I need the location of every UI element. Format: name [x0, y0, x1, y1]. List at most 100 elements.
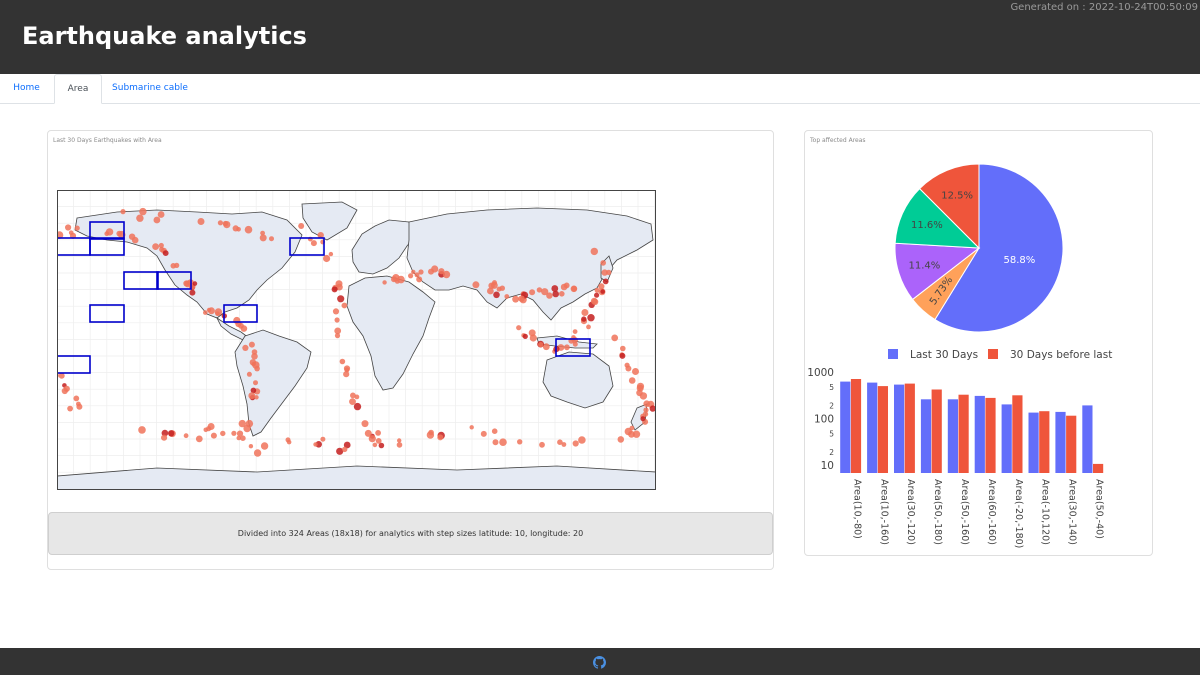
earthquake-point: [197, 218, 205, 225]
earthquake-point: [260, 442, 269, 450]
bar[interactable]: [1082, 405, 1093, 473]
bar[interactable]: [877, 386, 888, 473]
bar[interactable]: [920, 399, 932, 473]
earthquake-point: [581, 309, 589, 316]
earthquake-point: [246, 371, 252, 377]
earthquake-point: [136, 214, 144, 222]
antarctica: [58, 465, 655, 489]
tab-area[interactable]: Area: [54, 74, 102, 104]
pie-chart[interactable]: 58.8%5.73%11.4%11.6%12.5%: [805, 131, 1152, 346]
bar[interactable]: [840, 381, 851, 473]
x-tick-label: Area(30,-120): [905, 479, 916, 545]
bar[interactable]: [1028, 412, 1039, 473]
pie-slice-label: 11.6%: [911, 220, 943, 231]
y-tick-label: 100: [814, 413, 834, 425]
earthquake-point: [629, 425, 635, 431]
earthquake-point: [253, 380, 258, 386]
earthquake-point: [529, 289, 536, 296]
x-tick-label: Area(30,-140): [1067, 479, 1078, 545]
x-tick-label: Area(-20,-180): [1013, 479, 1024, 548]
x-tick-label: Area(10,-80): [851, 479, 862, 539]
bar-chart[interactable]: Last 30 Days 30 Days before last 10 2 5 100 2 5…: [805, 341, 1152, 555]
page-title: Earthquake analytics: [22, 22, 307, 50]
tab-home[interactable]: Home: [0, 74, 53, 103]
earthquake-point: [231, 430, 237, 436]
bar[interactable]: [947, 399, 958, 473]
bar[interactable]: [1055, 411, 1066, 473]
earthquake-point: [220, 430, 226, 437]
earthquake-point: [248, 444, 254, 449]
github-icon[interactable]: [593, 656, 606, 669]
earthquake-point: [189, 289, 196, 296]
earthquake-point: [492, 439, 499, 446]
earthquake-point: [396, 442, 403, 448]
earthquake-point: [517, 439, 523, 445]
bar[interactable]: [850, 379, 862, 473]
earthquake-point: [168, 430, 175, 437]
earthquake-point: [313, 442, 318, 447]
earthquake-point: [539, 441, 545, 448]
earthquake-point: [353, 402, 362, 411]
earthquake-point: [332, 308, 340, 315]
earthquake-point: [518, 295, 525, 302]
bar[interactable]: [958, 394, 969, 473]
bar[interactable]: [985, 397, 996, 473]
earthquake-point: [254, 365, 260, 372]
earthquake-point: [339, 358, 346, 365]
earthquake-point: [120, 209, 126, 215]
earthquake-point: [561, 442, 567, 447]
earthquake-point: [105, 228, 114, 236]
tab-submarine-cable[interactable]: Submarine cable: [104, 74, 196, 103]
earthquake-point: [210, 432, 217, 439]
earthquake-point: [472, 281, 480, 289]
y-tick-label: 5: [829, 383, 834, 392]
earthquake-point: [195, 435, 203, 443]
earthquake-point: [269, 236, 274, 242]
earthquake-point: [138, 426, 146, 434]
earthquake-point: [238, 419, 246, 428]
earthquake-point: [538, 342, 544, 348]
y-tick-label: 10: [821, 460, 834, 472]
top-areas-card: Top affected Areas 58.8% 5.73% 11.4% 11.6% 1…: [804, 130, 1153, 556]
earthquake-point: [590, 247, 598, 256]
earthquake-point: [437, 434, 444, 441]
bar[interactable]: [1066, 415, 1077, 473]
earthquake-point: [74, 225, 80, 231]
earthquake-point: [157, 211, 165, 218]
earthquake-point: [571, 285, 578, 292]
earthquake-point: [217, 220, 223, 226]
bar[interactable]: [974, 395, 985, 473]
earthquake-point: [426, 431, 435, 439]
tab-bar: Home Area Submarine cable: [0, 74, 1200, 104]
earthquake-point: [206, 307, 212, 313]
bar[interactable]: [1039, 411, 1050, 473]
earthquake-point: [368, 435, 376, 443]
bar[interactable]: [1012, 395, 1023, 473]
earthquake-point: [602, 278, 609, 285]
earthquake-point: [67, 405, 73, 412]
earthquake-point: [153, 216, 161, 224]
earthquake-point: [251, 353, 258, 360]
earthquake-point: [372, 442, 378, 448]
app-header: Earthquake analytics Generated on : 2022…: [0, 0, 1200, 74]
earthquake-point: [564, 344, 570, 351]
earthquake-point: [286, 439, 292, 445]
bar[interactable]: [1093, 463, 1104, 473]
bar[interactable]: [931, 389, 942, 474]
bar[interactable]: [894, 384, 905, 473]
earthquake-point: [350, 392, 356, 399]
earthquake-point: [625, 365, 632, 372]
earthquake-point: [174, 262, 180, 268]
earthquake-point: [536, 287, 543, 293]
earthquake-point: [298, 223, 305, 229]
bar[interactable]: [1001, 404, 1012, 473]
earthquake-point: [594, 292, 600, 298]
earthquake-point: [492, 280, 497, 286]
earthquake-point: [620, 345, 626, 352]
earthquake-point: [233, 316, 241, 325]
earthquake-point: [152, 243, 159, 250]
bar[interactable]: [867, 382, 878, 473]
pie-slice-label: 12.5%: [941, 191, 973, 202]
bar[interactable]: [904, 383, 915, 473]
earthquake-map[interactable]: [57, 190, 656, 490]
